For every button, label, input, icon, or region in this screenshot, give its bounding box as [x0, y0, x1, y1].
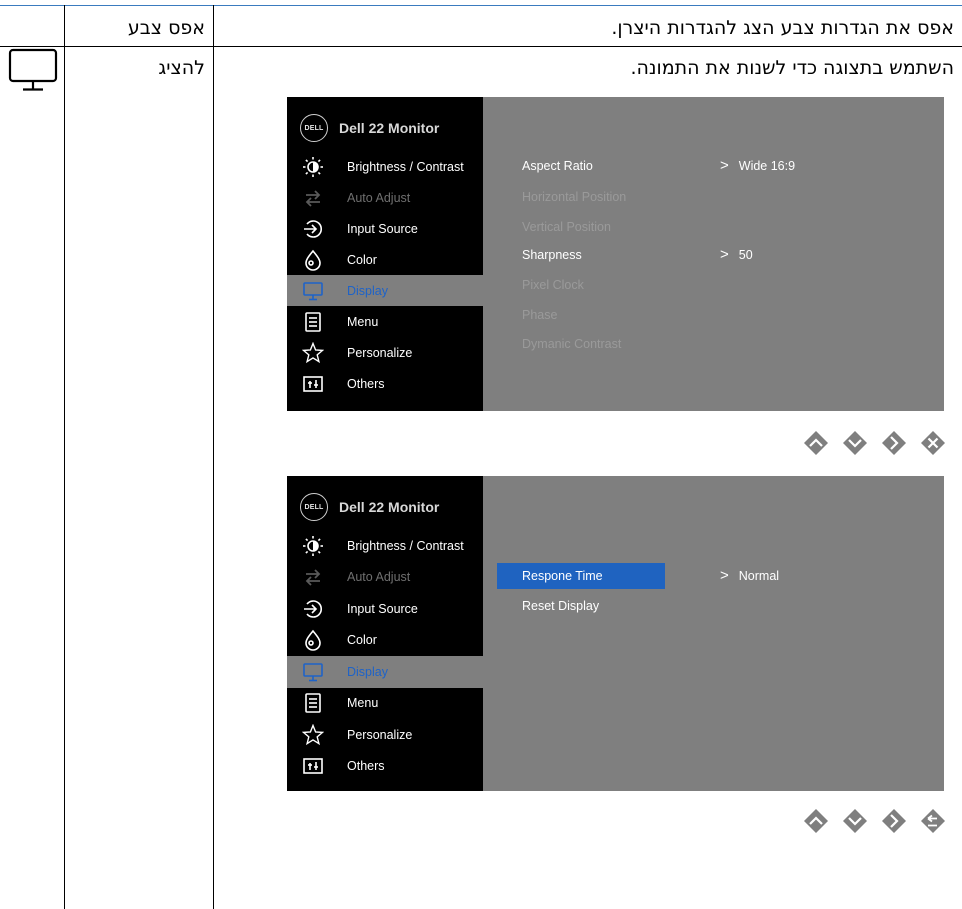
- chevron-right-icon: >: [720, 567, 729, 584]
- menu-item-others[interactable]: Others: [287, 368, 483, 399]
- osd-brand: DELL Dell 22 Monitor: [300, 493, 439, 521]
- reset-color-description: אפס את הגדרות צבע הצג להגדרות היצרן.: [611, 17, 954, 39]
- menu-item-auto-adjust[interactable]: Auto Adjust: [287, 182, 483, 213]
- menu-item-label: Input Source: [347, 601, 418, 616]
- menu-item-label: Auto Adjust: [347, 570, 411, 585]
- menu-item-auto-adjust[interactable]: Auto Adjust: [287, 562, 483, 594]
- submenu-item-vertical-position: Vertical Position: [522, 220, 611, 234]
- submenu-item-aspect-ratio[interactable]: Aspect Ratio: [522, 159, 593, 173]
- response-time-value-text: Normal: [738, 569, 780, 583]
- menu-item-label: Menu: [347, 696, 379, 711]
- menu-icon: [302, 692, 324, 714]
- menu-item-personalize[interactable]: Personalize: [287, 719, 483, 751]
- dell-logo: DELL: [300, 493, 328, 521]
- osd-display-screenshot-2: DELL Dell 22 Monitor Brightness / Contra…: [287, 476, 944, 791]
- menu-item-label: Menu: [347, 314, 379, 329]
- display-row-title: להציג: [158, 57, 205, 79]
- table-row-divider: [0, 46, 962, 47]
- monitor-icon: [8, 48, 58, 91]
- aspect-ratio-value: > Wide 16:9: [720, 157, 795, 174]
- close-button-icon[interactable]: [920, 430, 946, 456]
- table-column-divider: [213, 5, 214, 909]
- submenu-item-response-time[interactable]: Respone Time: [522, 569, 603, 583]
- response-time-value: > Normal: [720, 567, 779, 584]
- chevron-right-icon: >: [720, 246, 729, 263]
- osd-submenu-panel: Aspect Ratio Horizontal Position Vertica…: [483, 97, 944, 411]
- up-button-icon[interactable]: [803, 430, 829, 456]
- menu-item-personalize[interactable]: Personalize: [287, 337, 483, 368]
- menu-item-input-source[interactable]: Input Source: [287, 593, 483, 625]
- auto-adjust-icon: [302, 566, 324, 588]
- submenu-item-sharpness[interactable]: Sharpness: [522, 248, 582, 262]
- menu-item-label: Brightness / Contrast: [347, 159, 464, 174]
- menu-item-menu[interactable]: Menu: [287, 306, 483, 337]
- chevron-right-icon: >: [720, 157, 729, 174]
- osd-brand-title: Dell 22 Monitor: [339, 499, 440, 515]
- osd-main-menu-panel: DELL Dell 22 Monitor Brightness / Contra…: [287, 476, 483, 791]
- menu-item-label: Others: [347, 376, 385, 391]
- input-source-icon: [302, 598, 324, 620]
- dell-logo: DELL: [300, 114, 328, 142]
- menu-item-brightness-contrast[interactable]: Brightness / Contrast: [287, 151, 483, 182]
- color-icon: [302, 629, 324, 652]
- menu-item-menu[interactable]: Menu: [287, 688, 483, 720]
- star-icon: [302, 723, 324, 746]
- osd-brand-title: Dell 22 Monitor: [339, 120, 440, 136]
- input-source-icon: [302, 218, 324, 240]
- brightness-icon: [302, 535, 324, 557]
- menu-item-label: Input Source: [347, 221, 418, 236]
- menu-item-brightness-contrast[interactable]: Brightness / Contrast: [287, 530, 483, 562]
- sharpness-value: >50: [720, 246, 753, 263]
- menu-item-label: Personalize: [347, 345, 413, 360]
- menu-item-others[interactable]: Others: [287, 751, 483, 783]
- menu-icon: [302, 311, 324, 333]
- table-top-border: [0, 5, 962, 6]
- display-icon: [302, 280, 324, 302]
- menu-item-color[interactable]: Color: [287, 244, 483, 275]
- menu-item-display[interactable]: Display: [287, 656, 483, 688]
- star-icon: [302, 341, 324, 364]
- table-column-divider: [64, 5, 65, 909]
- menu-item-label: Color: [347, 252, 377, 267]
- submenu-item-reset-display[interactable]: Reset Display: [522, 599, 599, 613]
- display-icon: [302, 661, 324, 683]
- display-row-description: השתמש בתצוגה כדי לשנות את התמונה.: [630, 57, 954, 79]
- osd-brand: DELL Dell 22 Monitor: [300, 114, 439, 142]
- menu-item-input-source[interactable]: Input Source: [287, 213, 483, 244]
- submenu-item-dynamic-contrast: Dymanic Contrast: [522, 337, 622, 351]
- reset-color-title: אפס צבע: [127, 17, 205, 39]
- menu-item-label: Color: [347, 633, 377, 648]
- osd-button-row-2: [803, 808, 946, 834]
- sharpness-value-text: 50: [738, 248, 753, 262]
- menu-item-label: Personalize: [347, 727, 413, 742]
- menu-item-label: Display: [347, 283, 388, 298]
- brightness-icon: [302, 156, 324, 178]
- submenu-item-horizontal-position: Horizontal Position: [522, 190, 627, 204]
- others-icon: [302, 755, 324, 777]
- others-icon: [302, 373, 324, 395]
- auto-adjust-icon: [302, 187, 324, 209]
- color-icon: [302, 249, 324, 271]
- menu-item-label: Auto Adjust: [347, 190, 411, 205]
- down-button-icon[interactable]: [842, 430, 868, 456]
- back-button-icon[interactable]: [920, 808, 946, 834]
- submenu-item-pixel-clock: Pixel Clock: [522, 278, 584, 292]
- menu-item-display[interactable]: Display: [287, 275, 483, 306]
- down-button-icon[interactable]: [842, 808, 868, 834]
- osd-button-row-1: [803, 430, 946, 456]
- osd-submenu-panel: Respone Time Reset Display > Normal: [483, 476, 944, 791]
- right-button-icon[interactable]: [881, 430, 907, 456]
- right-button-icon[interactable]: [881, 808, 907, 834]
- menu-item-label: Display: [347, 664, 388, 679]
- up-button-icon[interactable]: [803, 808, 829, 834]
- submenu-item-phase: Phase: [522, 308, 558, 322]
- menu-item-label: Others: [347, 759, 385, 774]
- osd-display-screenshot-1: DELL Dell 22 Monitor Brightness / Contra…: [287, 97, 944, 411]
- menu-item-color[interactable]: Color: [287, 625, 483, 657]
- menu-item-label: Brightness / Contrast: [347, 538, 464, 553]
- osd-main-menu-panel: DELL Dell 22 Monitor Brightness / Contra…: [287, 97, 483, 411]
- aspect-ratio-value-text: Wide 16:9: [738, 159, 796, 173]
- osd-main-menu: Brightness / Contrast Auto Adjust Input So…: [287, 530, 483, 782]
- osd-main-menu: Brightness / Contrast Auto Adjust Input So…: [287, 151, 483, 399]
